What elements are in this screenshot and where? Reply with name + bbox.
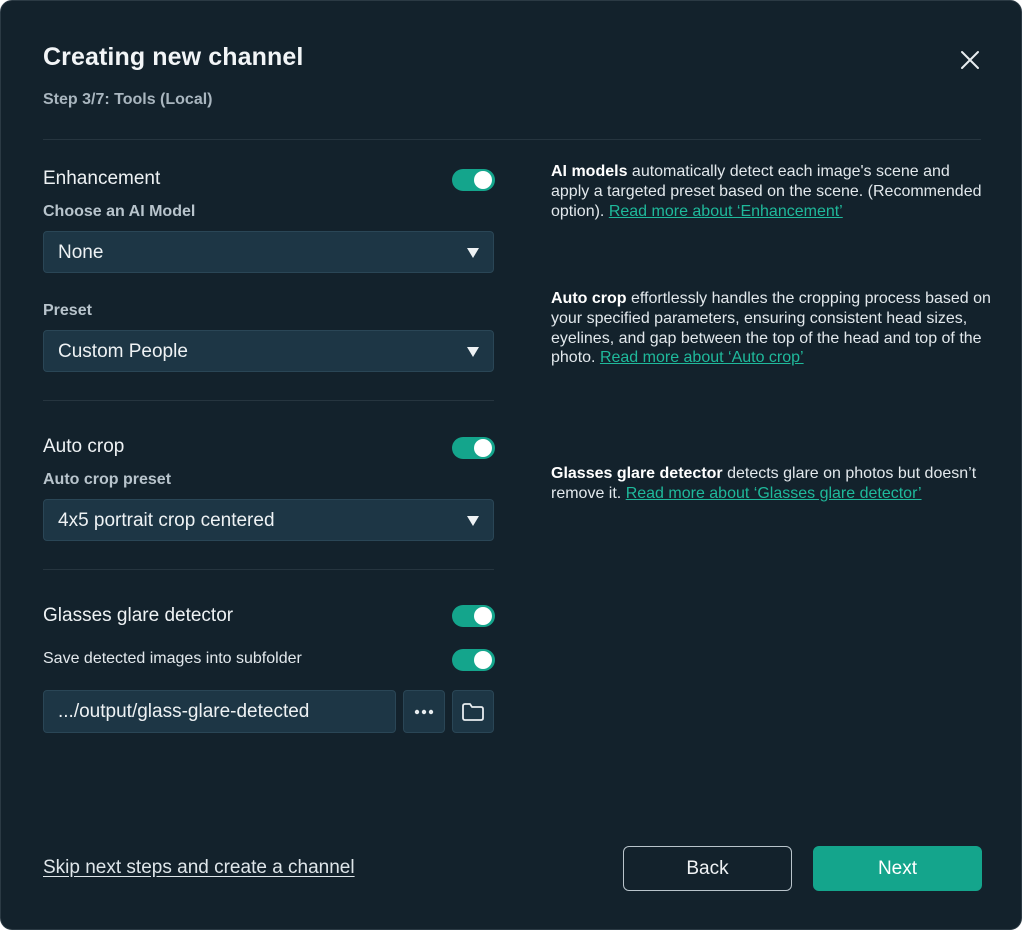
skip-steps-link[interactable]: Skip next steps and create a channel bbox=[43, 857, 355, 879]
caret-down-icon bbox=[467, 516, 479, 526]
ai-model-label: Choose an AI Model bbox=[43, 203, 196, 220]
autocrop-title: Auto crop bbox=[43, 436, 125, 457]
glare-toggle[interactable] bbox=[452, 605, 495, 627]
close-icon bbox=[961, 51, 979, 69]
enhancement-title: Enhancement bbox=[43, 168, 161, 189]
glare-title: Glasses glare detector bbox=[43, 605, 234, 626]
ai-model-value: None bbox=[58, 242, 104, 263]
header-divider bbox=[43, 139, 981, 140]
browse-folder-button[interactable] bbox=[452, 690, 494, 733]
subfolder-path-input[interactable] bbox=[43, 690, 396, 733]
autocrop-toggle[interactable] bbox=[452, 437, 495, 459]
read-more-autocrop-link[interactable]: Read more about ‘Auto crop’ bbox=[600, 349, 804, 366]
desc-bold: AI models bbox=[551, 163, 628, 180]
caret-down-icon bbox=[467, 248, 479, 258]
toggle-knob bbox=[474, 651, 492, 669]
preset-select[interactable]: Custom People bbox=[43, 330, 494, 372]
ai-model-select[interactable]: None bbox=[43, 231, 494, 273]
back-button[interactable]: Back bbox=[623, 846, 792, 891]
autocrop-preset-select[interactable]: 4x5 portrait crop centered bbox=[43, 499, 494, 541]
read-more-glare-link[interactable]: Read more about ‘Glasses glare detector’ bbox=[626, 485, 922, 502]
create-channel-dialog: Creating new channel Step 3/7: Tools (Lo… bbox=[0, 0, 1022, 930]
folder-icon bbox=[462, 702, 484, 721]
preset-label: Preset bbox=[43, 302, 92, 319]
desc-bold: Auto crop bbox=[551, 290, 627, 307]
caret-down-icon bbox=[467, 347, 479, 357]
toggle-knob bbox=[474, 171, 492, 189]
preset-value: Custom People bbox=[58, 341, 188, 362]
step-indicator: Step 3/7: Tools (Local) bbox=[43, 91, 213, 108]
toggle-knob bbox=[474, 439, 492, 457]
enhancement-toggle[interactable] bbox=[452, 169, 495, 191]
desc-bold: Glasses glare detector bbox=[551, 465, 723, 482]
toggle-knob bbox=[474, 607, 492, 625]
auto-crop-description: Auto crop effortlessly handles the cropp… bbox=[551, 289, 991, 368]
save-subfolder-label: Save detected images into subfolder bbox=[43, 650, 302, 667]
read-more-enhancement-link[interactable]: Read more about ‘Enhancement’ bbox=[609, 203, 843, 220]
autocrop-preset-label: Auto crop preset bbox=[43, 471, 172, 488]
glare-description: Glasses glare detector detects glare on … bbox=[551, 464, 991, 504]
close-button[interactable] bbox=[955, 45, 985, 75]
more-options-button[interactable] bbox=[403, 690, 445, 733]
section-divider bbox=[43, 400, 494, 401]
dialog-title: Creating new channel bbox=[43, 43, 304, 71]
autocrop-preset-value: 4x5 portrait crop centered bbox=[58, 510, 275, 531]
save-subfolder-toggle[interactable] bbox=[452, 649, 495, 671]
next-button[interactable]: Next bbox=[813, 846, 982, 891]
ai-models-description: AI models automatically detect each imag… bbox=[551, 162, 991, 221]
more-horizontal-icon bbox=[414, 709, 434, 714]
section-divider bbox=[43, 569, 494, 570]
